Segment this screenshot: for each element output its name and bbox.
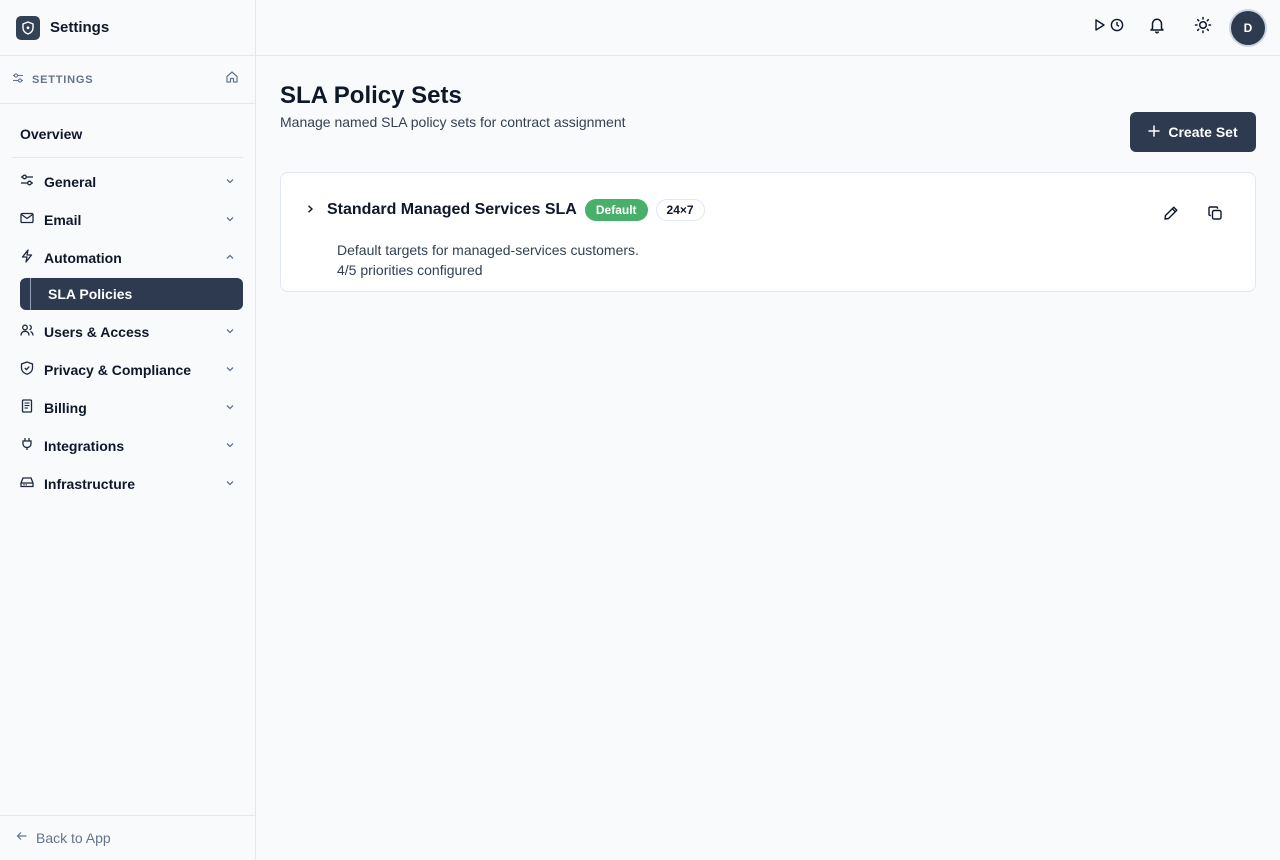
sidebar-item-label: Users & Access bbox=[44, 324, 150, 340]
brand-header: Settings bbox=[0, 0, 255, 56]
automation-submenu: SLA Policies bbox=[12, 278, 243, 310]
pencil-icon bbox=[1163, 205, 1179, 226]
play-icon bbox=[1094, 18, 1106, 37]
sidebar-item-label: General bbox=[44, 174, 97, 190]
sidebar-item-privacy-compliance[interactable]: Privacy & Compliance bbox=[12, 351, 243, 389]
theme-toggle-button[interactable] bbox=[1183, 8, 1223, 48]
home-icon[interactable] bbox=[225, 70, 239, 89]
sidebar-item-label: Automation bbox=[44, 250, 122, 266]
policy-set-name: Standard Managed Services SLA bbox=[327, 201, 577, 218]
plus-icon bbox=[1148, 124, 1161, 140]
chevron-up-icon bbox=[225, 249, 235, 267]
sidebar-item-label: Infrastructure bbox=[44, 476, 136, 492]
time-tracker-button[interactable] bbox=[1087, 8, 1131, 48]
copy-icon bbox=[1207, 205, 1223, 226]
section-label: SETTINGS bbox=[32, 73, 94, 86]
chevron-right-icon[interactable] bbox=[305, 201, 315, 219]
policy-set-card[interactable]: Standard Managed Services SLA Default 24… bbox=[280, 172, 1256, 292]
sidebar-item-label: Integrations bbox=[44, 438, 125, 454]
sliders-icon bbox=[20, 173, 34, 192]
policy-set-header: Standard Managed Services SLA Default 24… bbox=[305, 199, 705, 221]
settings-sidebar: Settings SETTINGS Overview General Email… bbox=[0, 0, 256, 860]
chevron-down-icon bbox=[225, 323, 235, 341]
arrow-left-icon bbox=[16, 829, 28, 847]
settings-section-header: SETTINGS bbox=[0, 56, 255, 104]
users-icon bbox=[20, 323, 34, 342]
shield-check-icon bbox=[20, 360, 34, 380]
sidebar-item-billing[interactable]: Billing bbox=[12, 389, 243, 427]
page-subtitle: Manage named SLA policy sets for contrac… bbox=[280, 114, 626, 130]
sidebar-item-general[interactable]: General bbox=[12, 163, 243, 201]
clock-icon bbox=[1110, 18, 1124, 37]
chevron-down-icon bbox=[225, 437, 235, 455]
create-set-label: Create Set bbox=[1168, 124, 1238, 140]
sun-icon bbox=[1194, 16, 1212, 39]
app-root: Settings SETTINGS Overview General Email… bbox=[0, 0, 1280, 860]
main-content: SLA Policy Sets Manage named SLA policy … bbox=[280, 56, 1256, 292]
sidebar-item-integrations[interactable]: Integrations bbox=[12, 427, 243, 465]
sliders-small-icon bbox=[12, 71, 24, 89]
sidebar-item-label: Privacy & Compliance bbox=[44, 362, 192, 378]
sidebar-subitem-label: SLA Policies bbox=[48, 286, 133, 302]
sidebar-nav: General Email Automation SLA Policies Us… bbox=[0, 158, 255, 503]
sidebar-item-users-access[interactable]: Users & Access bbox=[12, 313, 243, 351]
plug-icon bbox=[20, 437, 34, 456]
user-avatar[interactable]: D bbox=[1231, 10, 1265, 45]
zap-icon bbox=[20, 248, 34, 268]
notifications-button[interactable] bbox=[1137, 8, 1177, 48]
sidebar-item-email[interactable]: Email bbox=[12, 201, 243, 239]
sidebar-item-automation[interactable]: Automation bbox=[12, 239, 243, 277]
coverage-badge: 24×7 bbox=[655, 199, 705, 221]
sidebar-item-label: Billing bbox=[44, 400, 87, 416]
receipt-icon bbox=[20, 398, 34, 418]
back-to-app-label: Back to App bbox=[36, 830, 111, 846]
page-title: SLA Policy Sets bbox=[280, 82, 462, 109]
shield-logo-icon bbox=[16, 15, 40, 40]
app-title: Settings bbox=[50, 19, 110, 36]
chevron-down-icon bbox=[225, 361, 235, 379]
chevron-down-icon bbox=[225, 173, 235, 191]
policy-set-details: Default targets for managed-services cus… bbox=[337, 240, 639, 280]
policy-set-description: Default targets for managed-services cus… bbox=[337, 242, 639, 258]
mail-icon bbox=[20, 211, 34, 230]
chevron-down-icon bbox=[225, 399, 235, 417]
policy-set-actions bbox=[1159, 203, 1227, 227]
hard-drive-icon bbox=[20, 475, 34, 494]
sidebar-item-sla-policies[interactable]: SLA Policies bbox=[20, 278, 243, 310]
bell-icon bbox=[1148, 16, 1166, 39]
edit-button[interactable] bbox=[1159, 203, 1183, 227]
policy-set-priorities: 4/5 priorities configured bbox=[337, 262, 483, 278]
page-header: SLA Policy Sets Manage named SLA policy … bbox=[280, 56, 1256, 152]
default-badge: Default bbox=[584, 199, 648, 221]
sidebar-item-label: Email bbox=[44, 212, 82, 228]
back-to-app-link[interactable]: Back to App bbox=[0, 815, 255, 860]
chevron-down-icon bbox=[225, 211, 235, 229]
chevron-down-icon bbox=[225, 475, 235, 493]
duplicate-button[interactable] bbox=[1203, 203, 1227, 227]
top-bar: D bbox=[256, 0, 1280, 56]
create-set-button[interactable]: Create Set bbox=[1130, 112, 1256, 152]
sidebar-item-infrastructure[interactable]: Infrastructure bbox=[12, 465, 243, 503]
sidebar-item-overview[interactable]: Overview bbox=[12, 110, 243, 158]
